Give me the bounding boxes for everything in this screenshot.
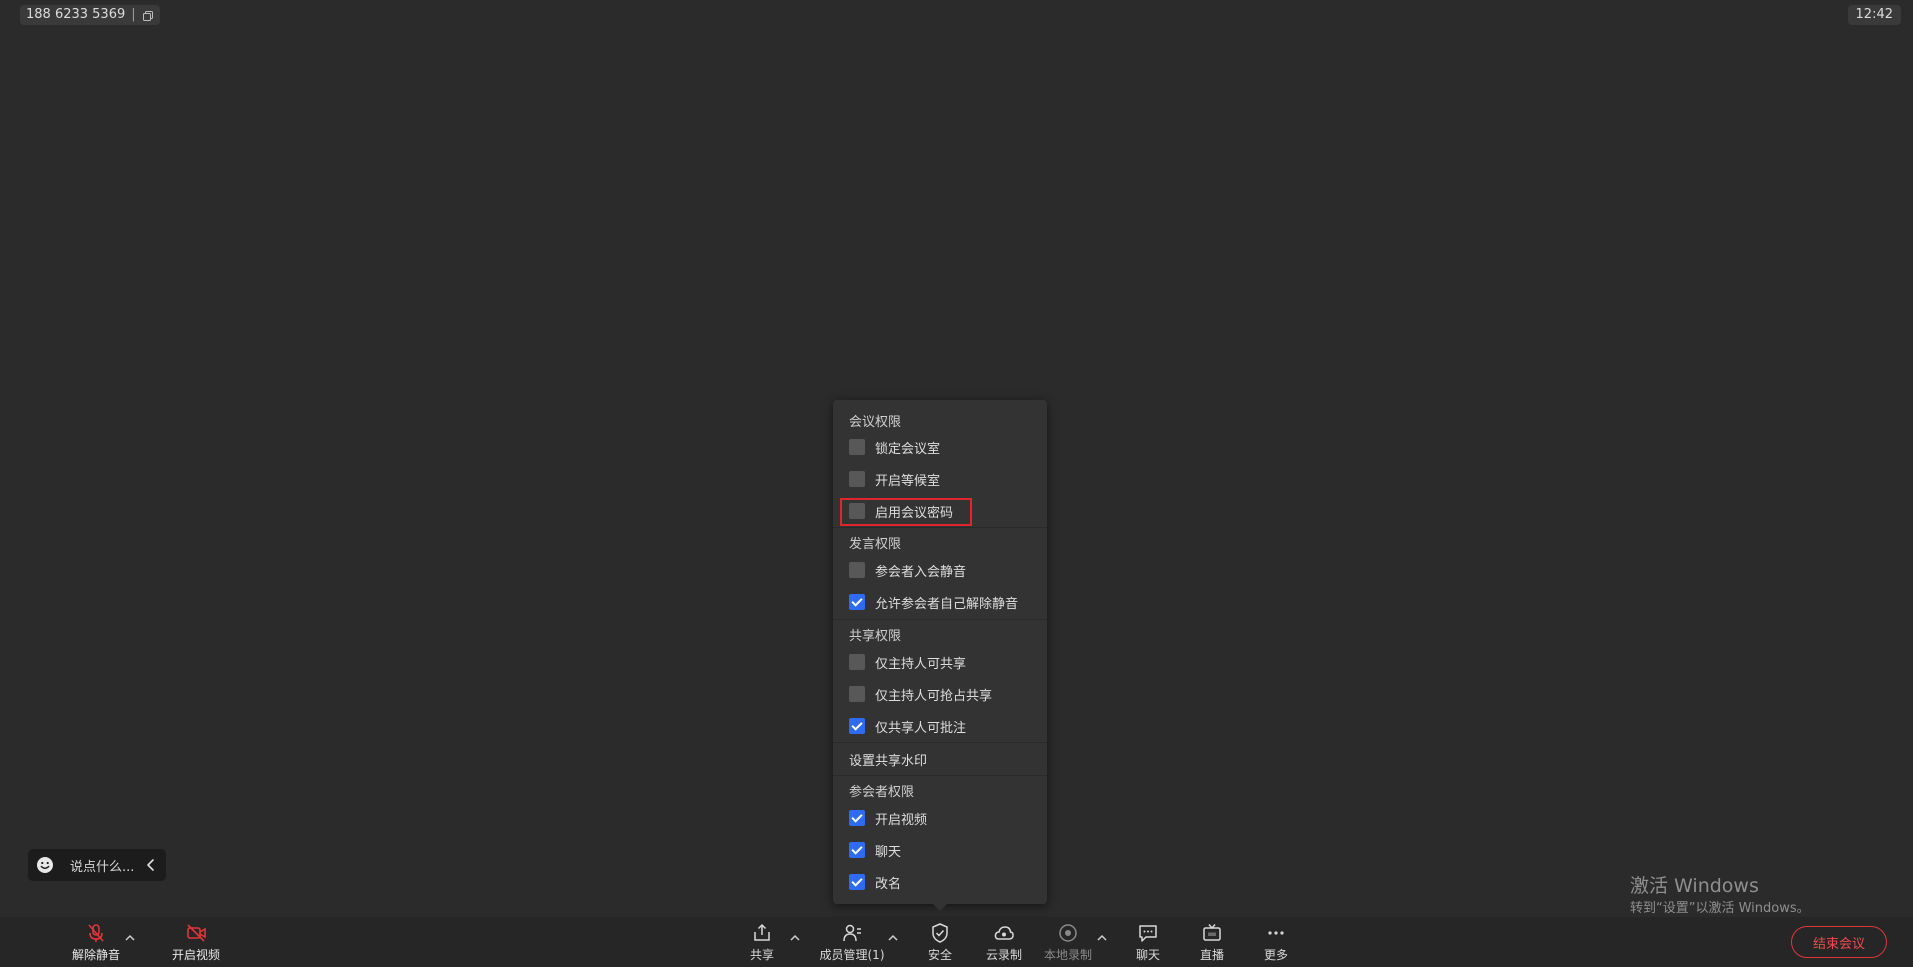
- chat-quick-input[interactable]: 说点什么...: [28, 849, 166, 881]
- menu-item-host-grab-share[interactable]: 仅主持人可抢占共享: [849, 684, 992, 704]
- start-video-label: 开启视频: [171, 947, 220, 962]
- share-upload-icon: [754, 923, 770, 941]
- checkbox-host-grab-share[interactable]: [849, 686, 865, 702]
- menu-item-chat[interactable]: 聊天: [849, 840, 901, 860]
- clock: 12:42: [1847, 5, 1901, 25]
- section-divider: [833, 619, 1047, 620]
- unmute-label: 解除静音: [71, 947, 120, 962]
- local-record-label: 本地录制: [1043, 947, 1092, 962]
- chat-bubble-icon: [1139, 924, 1157, 942]
- security-button[interactable]: 安全: [918, 917, 962, 967]
- checkbox-lock-room[interactable]: [849, 439, 865, 455]
- checkbox-chat[interactable]: [849, 842, 865, 858]
- section-divider: [833, 775, 1047, 776]
- menu-item-enable-video[interactable]: 开启视频: [849, 808, 927, 828]
- checkbox-waiting-room[interactable]: [849, 471, 865, 487]
- section-title-participants: 参会者权限: [849, 785, 915, 800]
- menu-item-allow-self-unmute[interactable]: 允许参会者自己解除静音: [849, 592, 1018, 612]
- section-title-sharing: 共享权限: [849, 629, 902, 644]
- chevron-up-icon[interactable]: [788, 931, 802, 945]
- watermark-line1: 激活 Windows: [1630, 875, 1759, 897]
- security-popup-menu: 会议权限 锁定会议室 开启等候室 启用会议密码 发言权限 参会者入会静音 允许参…: [833, 400, 1047, 904]
- menu-item-host-only-share[interactable]: 仅主持人可共享: [849, 652, 966, 672]
- menu-item-label: 设置共享水印: [849, 753, 928, 769]
- chevron-up-icon[interactable]: [123, 931, 137, 945]
- checkbox-mute-on-entry[interactable]: [849, 562, 865, 578]
- section-divider: [833, 742, 1047, 743]
- popup-arrow: [932, 903, 948, 911]
- more-label: 更多: [1263, 947, 1288, 962]
- chevron-left-icon[interactable]: [144, 858, 158, 872]
- live-stream-button[interactable]: 直播: [1190, 917, 1234, 967]
- end-meeting-button[interactable]: 结束会议: [1791, 926, 1887, 958]
- menu-item-share-watermark[interactable]: 设置共享水印: [849, 749, 927, 769]
- section-title-meeting: 会议权限: [849, 415, 902, 430]
- menu-item-label: 仅主持人可抢占共享: [875, 688, 993, 704]
- copy-icon[interactable]: [142, 9, 154, 21]
- mic-muted-icon: [88, 923, 104, 942]
- share-button[interactable]: 共享: [740, 917, 784, 967]
- checkbox-rename[interactable]: [849, 874, 865, 890]
- record-icon: [1059, 923, 1077, 942]
- checkbox-allow-self-unmute[interactable]: [849, 594, 865, 610]
- meeting-id-text: 188 6233 5369: [26, 7, 126, 22]
- menu-item-rename[interactable]: 改名: [849, 872, 901, 892]
- menu-item-label: 聊天: [875, 844, 902, 860]
- menu-item-lock-room[interactable]: 锁定会议室: [849, 437, 940, 457]
- menu-item-label: 仅主持人可共享: [875, 656, 967, 672]
- menu-item-meeting-password[interactable]: 启用会议密码: [849, 501, 953, 521]
- more-button[interactable]: 更多: [1254, 917, 1298, 967]
- menu-item-sharer-annotate[interactable]: 仅共享人可批注: [849, 716, 966, 736]
- meeting-id-separator: |: [131, 7, 136, 22]
- emoji-icon[interactable]: [36, 856, 54, 874]
- start-video-button[interactable]: 开启视频: [166, 917, 226, 967]
- cloud-record-button[interactable]: 云录制: [980, 917, 1028, 967]
- checkbox-host-only-share[interactable]: [849, 654, 865, 670]
- watermark-line2: 转到“设置”以激活 Windows。: [1630, 901, 1810, 916]
- meeting-id-badge[interactable]: 188 6233 5369 |: [20, 5, 160, 25]
- section-title-speaking: 发言权限: [849, 537, 902, 552]
- section-divider: [833, 527, 1047, 528]
- menu-item-label: 开启视频: [875, 812, 928, 828]
- chat-button[interactable]: 聊天: [1126, 917, 1170, 967]
- cloud-record-icon: [994, 925, 1014, 940]
- menu-item-label: 允许参会者自己解除静音: [875, 596, 1019, 612]
- checkbox-enable-video[interactable]: [849, 810, 865, 826]
- menu-item-label: 锁定会议室: [875, 441, 941, 457]
- cloud-record-label: 云录制: [985, 947, 1022, 962]
- security-label: 安全: [927, 947, 952, 962]
- chevron-up-icon[interactable]: [1095, 931, 1109, 945]
- local-record-button[interactable]: 本地录制: [1042, 917, 1094, 967]
- more-dots-icon: [1268, 930, 1284, 935]
- member-management-button[interactable]: 成员管理(1): [816, 917, 888, 967]
- menu-item-label: 开启等候室: [875, 473, 941, 489]
- live-tv-icon: [1203, 923, 1221, 941]
- unmute-button[interactable]: 解除静音: [66, 917, 126, 967]
- menu-item-waiting-room[interactable]: 开启等候室: [849, 469, 940, 489]
- menu-item-mute-on-entry[interactable]: 参会者入会静音: [849, 560, 966, 580]
- members-icon: [843, 924, 861, 941]
- share-label: 共享: [749, 947, 774, 962]
- bottom-toolbar: 解除静音 开启视频 共享 成员管理(1) 安全 云录制 本地录制 聊天 直播 更…: [0, 917, 1913, 967]
- windows-activation-watermark: 激活 Windows 转到“设置”以激活 Windows。: [1630, 874, 1810, 918]
- chevron-up-icon[interactable]: [886, 931, 900, 945]
- camera-off-icon: [187, 923, 206, 942]
- member-management-label: 成员管理(1): [819, 947, 885, 962]
- menu-item-label: 参会者入会静音: [875, 564, 967, 580]
- checkbox-meeting-password[interactable]: [849, 503, 865, 519]
- shield-icon: [932, 922, 948, 943]
- menu-item-label: 启用会议密码: [875, 505, 954, 521]
- checkbox-sharer-annotate[interactable]: [849, 718, 865, 734]
- menu-item-label: 改名: [875, 876, 902, 892]
- live-stream-label: 直播: [1199, 947, 1224, 962]
- menu-item-label: 仅共享人可批注: [875, 720, 967, 736]
- chat-placeholder[interactable]: 说点什么...: [70, 856, 134, 875]
- chat-label: 聊天: [1135, 947, 1160, 962]
